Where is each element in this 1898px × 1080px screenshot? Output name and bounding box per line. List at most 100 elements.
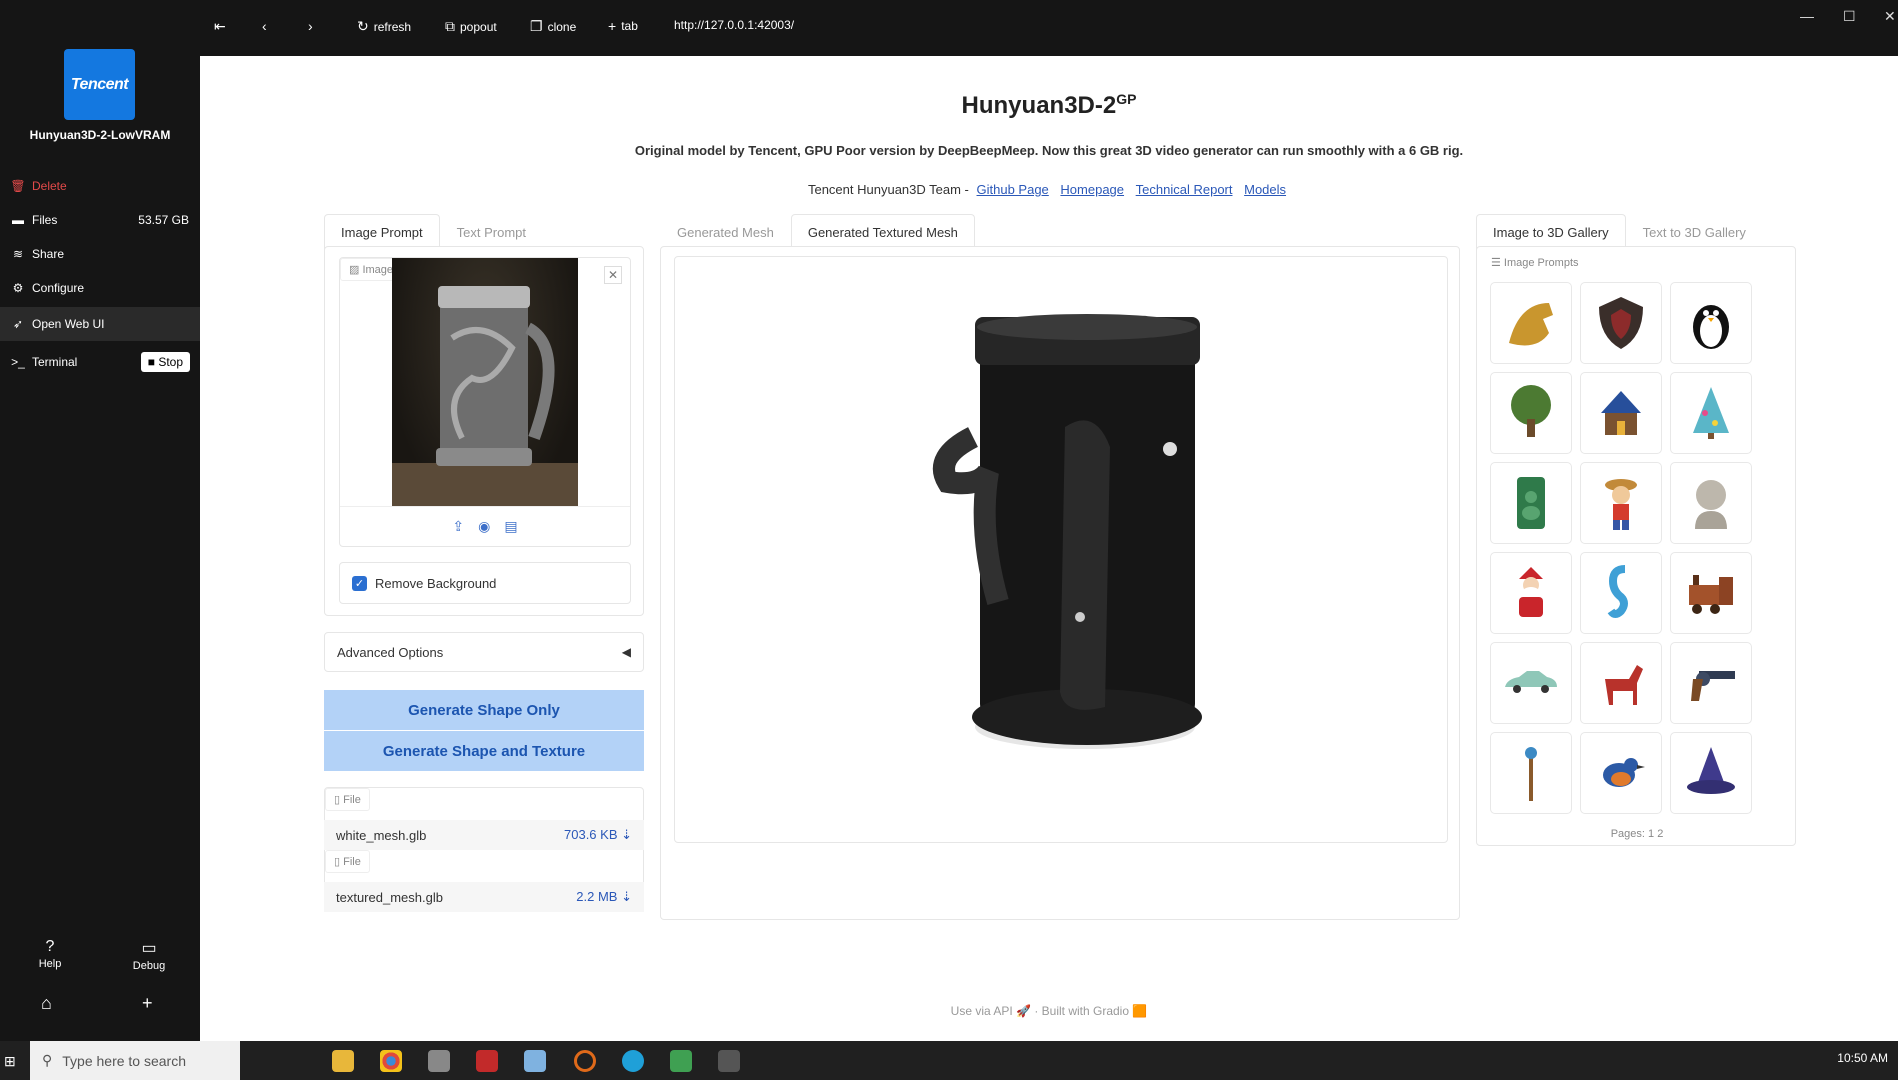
app-icon[interactable] <box>524 1050 546 1072</box>
taskbar-clock: 10:50 AM <box>1837 1051 1888 1065</box>
gallery-item-santa[interactable] <box>1490 552 1572 634</box>
debug-button[interactable]: ▭ Debug <box>119 938 179 972</box>
gallery-item-horse[interactable] <box>1580 642 1662 724</box>
gallery-item-dragon[interactable] <box>1490 282 1572 364</box>
remove-background-checkbox[interactable]: ✓ <box>352 575 367 591</box>
app-icon[interactable] <box>428 1050 450 1072</box>
forward-button[interactable]: › <box>308 18 313 34</box>
gallery-item-shield[interactable] <box>1580 282 1662 364</box>
sidebar-item-terminal[interactable]: >_ Terminal ■ Stop <box>0 346 200 378</box>
taskbar-search[interactable]: ⚲ Type here to search <box>30 1041 240 1080</box>
search-placeholder: Type here to search <box>62 1052 187 1069</box>
help-button[interactable]: ? Help <box>20 938 80 970</box>
sidebar-item-files[interactable]: ▬ Files 53.57 GB <box>0 204 200 236</box>
car-thumbnail <box>1505 671 1557 693</box>
stop-label: Stop <box>158 355 183 369</box>
gallery-item-bird[interactable] <box>1580 732 1662 814</box>
chrome-icon[interactable] <box>380 1050 402 1072</box>
image-source-bar: ⇪ ◉ ▤ <box>340 506 630 546</box>
advanced-options-accordion[interactable]: Advanced Options ◀ <box>324 632 644 672</box>
gallery-panel: ☰ Image Prompts Pages: 1 2 <box>1476 246 1796 846</box>
staff-thumbnail <box>1525 747 1537 801</box>
url-field[interactable]: http://127.0.0.1:42003/ <box>674 18 794 32</box>
chevron-left-icon: ‹ <box>262 18 267 34</box>
gallery-item-seahorse[interactable] <box>1580 552 1662 634</box>
gallery-item-buddha[interactable] <box>1490 462 1572 544</box>
page-2-link[interactable]: 2 <box>1657 828 1663 840</box>
app-icon[interactable] <box>718 1050 740 1072</box>
close-icon[interactable]: ✕ <box>604 266 622 284</box>
file-name: white_mesh.glb <box>336 827 427 843</box>
tab-text-to-3d-gallery[interactable]: Text to 3D Gallery <box>1626 214 1763 250</box>
homepage-link[interactable]: Homepage <box>1060 182 1124 197</box>
webcam-icon[interactable]: ◉ <box>478 518 490 535</box>
stop-button[interactable]: ■ Stop <box>140 352 190 372</box>
file-size-download[interactable]: 2.2 MB ⇣ <box>576 889 632 905</box>
github-link[interactable]: Github Page <box>977 182 1049 197</box>
pirate-thumbnail <box>1605 479 1637 530</box>
tab-text-prompt[interactable]: Text Prompt <box>440 214 543 250</box>
plus-icon[interactable]: + <box>142 993 153 1014</box>
gallery-item-pirate[interactable] <box>1580 462 1662 544</box>
maximize-icon[interactable]: ☐ <box>1843 8 1856 25</box>
generate-shape-button[interactable]: Generate Shape Only <box>324 690 644 730</box>
gallery-item-staff[interactable] <box>1490 732 1572 814</box>
file-row-white-mesh[interactable]: white_mesh.glb 703.6 KB ⇣ <box>324 820 644 850</box>
start-icon[interactable]: ⊞ <box>4 1053 16 1070</box>
textured-mug-model <box>933 314 1202 749</box>
minimize-icon[interactable]: — <box>1800 8 1814 24</box>
edge-icon[interactable] <box>622 1050 644 1072</box>
remove-background-option[interactable]: ✓ Remove Background <box>339 562 631 604</box>
debug-label: Debug <box>132 960 166 972</box>
popout-button[interactable]: ⧉ popout <box>445 18 497 35</box>
gallery-item-house[interactable] <box>1580 372 1662 454</box>
tab-generated-mesh[interactable]: Generated Mesh <box>660 214 791 250</box>
close-icon[interactable]: ✕ <box>1884 8 1896 25</box>
app-icon[interactable] <box>574 1050 596 1072</box>
refresh-label: refresh <box>373 19 412 34</box>
remove-background-label: Remove Background <box>375 575 497 591</box>
refresh-button[interactable]: ↻ refresh <box>357 18 411 35</box>
gallery-item-bust[interactable] <box>1670 462 1752 544</box>
file-explorer-icon[interactable] <box>332 1050 354 1072</box>
clipboard-icon[interactable]: ▤ <box>504 518 517 535</box>
file-size-download[interactable]: 703.6 KB ⇣ <box>564 827 632 843</box>
technical-report-link[interactable]: Technical Report <box>1136 182 1233 197</box>
team-links: Tencent Hunyuan3D Team - Github Page Hom… <box>200 182 1898 197</box>
app-icon[interactable] <box>670 1050 692 1072</box>
uploaded-image <box>392 258 578 506</box>
file-tag-label: File <box>343 856 361 868</box>
gallery-item-tree[interactable] <box>1490 372 1572 454</box>
gallery-item-train[interactable] <box>1670 552 1752 634</box>
models-link[interactable]: Models <box>1244 182 1286 197</box>
new-tab-button[interactable]: + tab <box>608 18 638 34</box>
gallery-item-wizard-hat[interactable] <box>1670 732 1752 814</box>
rocket-icon: ➶ <box>12 317 24 331</box>
gallery-item-christmas-tree[interactable] <box>1670 372 1752 454</box>
image-upload-box[interactable]: ▨ Image ✕ ⇪ ◉ ▤ <box>339 257 631 547</box>
sidebar-item-label: Open Web UI <box>32 317 105 331</box>
gallery-item-car[interactable] <box>1490 642 1572 724</box>
refresh-icon: ↻ <box>357 18 369 34</box>
sidebar-item-share[interactable]: ≋ Share <box>0 238 200 270</box>
use-via-api-link[interactable]: Use via API <box>951 1004 1013 1018</box>
gallery-item-penguin[interactable] <box>1670 282 1752 364</box>
sidebar-item-configure[interactable]: ⚙ Configure <box>0 272 200 304</box>
generate-shape-texture-button[interactable]: Generate Shape and Texture <box>324 731 644 771</box>
sidebar-item-open-web-ui[interactable]: ➶ Open Web UI <box>0 307 200 341</box>
sidebar-item-delete[interactable]: 🗑 Delete <box>0 170 200 202</box>
browser-toolbar: ⇤ ‹ › ↻ refresh ⧉ popout ❐ clone + tab http:… <box>200 0 1898 56</box>
upload-icon[interactable]: ⇪ <box>452 518 464 535</box>
file-row-textured-mesh[interactable]: textured_mesh.glb 2.2 MB ⇣ <box>324 882 644 912</box>
page-1-link[interactable]: 1 <box>1648 828 1654 840</box>
model-3d-viewer[interactable] <box>674 256 1448 843</box>
gallery-item-revolver[interactable] <box>1670 642 1752 724</box>
pages-label: Pages: <box>1610 828 1645 840</box>
back-button[interactable]: ‹ <box>262 18 267 34</box>
app-icon[interactable] <box>476 1050 498 1072</box>
home-icon[interactable]: ⌂ <box>41 993 52 1014</box>
built-with-gradio-link[interactable]: Built with Gradio <box>1042 1004 1129 1018</box>
back-to-sidebar-button[interactable]: ⇤ <box>214 18 226 35</box>
sidebar-item-label: Files <box>32 213 58 227</box>
clone-button[interactable]: ❐ clone <box>530 18 576 35</box>
